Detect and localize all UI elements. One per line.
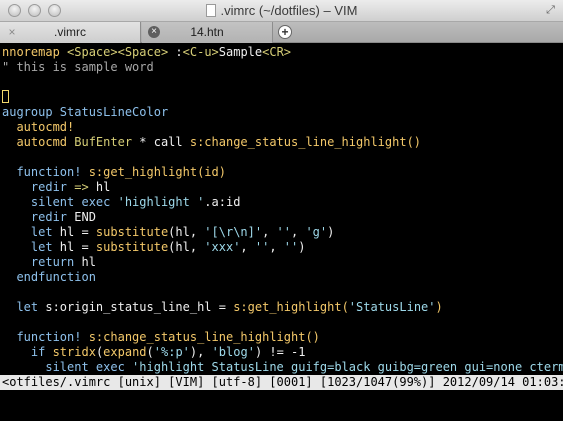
- editor-buffer[interactable]: nnoremap <Space><Space> :<C-u>Sample<CR>…: [0, 44, 563, 375]
- title-bar[interactable]: .vimrc (~/dotfiles) – VIM ⤢: [0, 0, 563, 22]
- code-token: ,: [291, 225, 306, 239]
- command-line[interactable]: [0, 390, 563, 421]
- code-token: '': [276, 225, 291, 239]
- window-title-area: .vimrc (~/dotfiles) – VIM: [0, 3, 563, 18]
- code-token: 'blog': [211, 345, 255, 359]
- fullscreen-icon[interactable]: ⤢: [544, 4, 557, 17]
- code-token: * call: [132, 135, 190, 149]
- code-line: autocmd BufEnter * call s:change_status_…: [2, 135, 421, 150]
- code-token: =>: [74, 180, 89, 194]
- code-token: let: [2, 225, 60, 239]
- code-token: ): [327, 225, 335, 239]
- code-token: substitute: [95, 240, 169, 254]
- tab-vimrc[interactable]: × .vimrc: [0, 22, 141, 43]
- code-line: return hl: [2, 255, 96, 270]
- code-line: let s:origin_status_line_hl = s:get_high…: [2, 300, 443, 315]
- code-token: silent exec: [2, 195, 118, 209]
- code-token: <Space><Space>: [67, 45, 169, 59]
- code-line: let hl = substitute(hl, 'xxx', '', ''): [2, 240, 306, 255]
- code-line: silent exec 'highlight '.a:id: [2, 195, 241, 210]
- code-line: silent exec 'highlight StatusLine guifg=…: [2, 360, 563, 375]
- code-token: hl =: [59, 225, 96, 239]
- code-token: (: [146, 345, 154, 359]
- tab-close-icon[interactable]: ×: [6, 26, 18, 38]
- code-token: substitute: [95, 225, 169, 239]
- vim-window: .vimrc (~/dotfiles) – VIM ⤢ × .vimrc × 1…: [0, 0, 563, 421]
- code-token: ),: [189, 345, 212, 359]
- code-token: stridx: [52, 345, 96, 359]
- code-token: let: [2, 300, 46, 314]
- tab-label: .vimrc: [54, 25, 86, 39]
- code-token: hl =: [59, 240, 96, 254]
- code-token: ) != -1: [254, 345, 306, 359]
- code-token: (hl,: [168, 225, 205, 239]
- code-token: '': [283, 240, 299, 254]
- code-token: s:change_status_line_highlight(): [189, 135, 422, 149]
- code-token: <CR>: [262, 45, 292, 59]
- new-tab-plus-icon[interactable]: +: [278, 25, 292, 39]
- code-token: s:change_status_line_highlight(): [88, 330, 320, 344]
- code-token: ,: [269, 240, 284, 254]
- status-line: <otfiles/.vimrc [unix] [VIM] [utf-8] [00…: [0, 375, 563, 390]
- code-token: <C-u>: [182, 45, 219, 59]
- code-token: Sample: [218, 45, 263, 59]
- code-token: '': [254, 240, 270, 254]
- code-token: autocmd!: [2, 120, 75, 134]
- code-line: " this is sample word: [2, 60, 154, 75]
- code-line: if stridx(expand('%:p'), 'blog') != -1: [2, 345, 306, 360]
- code-line: nnoremap <Space><Space> :<C-u>Sample<CR>: [2, 45, 291, 60]
- code-token: redir: [2, 180, 75, 194]
- code-token: ): [298, 240, 306, 254]
- code-token: let: [2, 240, 60, 254]
- code-line: augroup StatusLineColor: [2, 105, 168, 120]
- code-token: s:get_highlight(id): [88, 165, 226, 179]
- code-token: ,: [262, 225, 277, 239]
- code-token: s:get_highlight(: [233, 300, 349, 314]
- code-token: 'highlight StatusLine guifg=black guibg=…: [132, 360, 563, 374]
- code-token: redir: [2, 210, 75, 224]
- tab-bar: × .vimrc × 14.htn +: [0, 22, 563, 43]
- code-token: .a:id: [204, 195, 241, 209]
- code-token: autocmd: [2, 135, 75, 149]
- code-token: expand: [103, 345, 147, 359]
- code-token: hl: [88, 180, 111, 194]
- code-line: function! s:change_status_line_highlight…: [2, 330, 320, 345]
- code-token: " this is sample word: [2, 60, 154, 74]
- tab-label: 14.htn: [190, 25, 224, 39]
- code-token: function!: [2, 165, 89, 179]
- code-token: ,: [240, 240, 255, 254]
- code-token: endfunction: [2, 270, 96, 284]
- code-token: nnoremap: [2, 45, 68, 59]
- code-token: ): [435, 300, 443, 314]
- document-icon[interactable]: [205, 4, 216, 17]
- code-token: hl: [81, 255, 96, 269]
- code-token: 'xxx': [204, 240, 241, 254]
- code-line: function! s:get_highlight(id): [2, 165, 226, 180]
- code-line: [2, 90, 9, 105]
- code-token: silent exec: [2, 360, 133, 374]
- code-token: if: [2, 345, 53, 359]
- code-token: 'g': [305, 225, 328, 239]
- code-line: redir END: [2, 210, 96, 225]
- code-token: '[\r\n]': [204, 225, 263, 239]
- window-title: .vimrc (~/dotfiles) – VIM: [220, 3, 358, 18]
- code-token: BufEnter: [74, 135, 133, 149]
- tab-close-icon[interactable]: ×: [148, 26, 160, 38]
- code-token: 'StatusLine': [348, 300, 436, 314]
- code-line: redir => hl: [2, 180, 111, 195]
- code-line: autocmd!: [2, 120, 74, 135]
- code-token: END: [74, 210, 96, 224]
- code-token: :: [168, 45, 183, 59]
- code-token: function!: [2, 330, 89, 344]
- code-token: (hl,: [168, 240, 205, 254]
- code-line: endfunction: [2, 270, 96, 285]
- code-token: 'highlight ': [117, 195, 205, 209]
- text-cursor: [2, 90, 9, 103]
- tab-14-htn[interactable]: × 14.htn: [142, 22, 273, 43]
- code-token: return: [2, 255, 82, 269]
- code-token: augroup StatusLineColor: [2, 105, 169, 119]
- code-token: s:origin_status_line_hl =: [45, 300, 234, 314]
- code-line: let hl = substitute(hl, '[\r\n]', '', 'g…: [2, 225, 334, 240]
- code-token: '%:p': [153, 345, 190, 359]
